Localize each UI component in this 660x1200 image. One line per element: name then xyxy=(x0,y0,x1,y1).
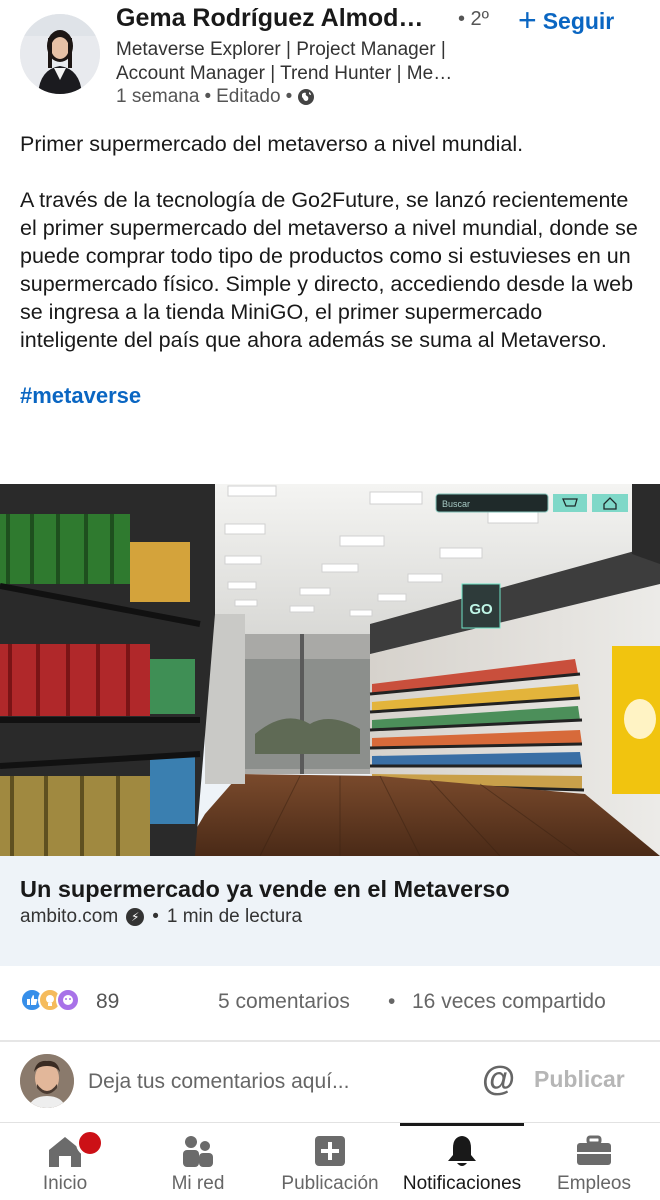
comments-count[interactable]: 5 comentarios xyxy=(218,990,350,1014)
nav-label-network: Mi red xyxy=(171,1173,225,1194)
globe-icon xyxy=(297,88,315,106)
meta-dot: • xyxy=(285,86,293,107)
divider xyxy=(0,1040,660,1042)
user-avatar[interactable] xyxy=(20,1054,74,1108)
network-icon xyxy=(180,1133,216,1169)
shares-count[interactable]: 16 veces compartido xyxy=(412,990,606,1014)
post-body: Primer supermercado del metaverso a nive… xyxy=(20,130,640,410)
nav-item-network[interactable]: Mi red xyxy=(158,1123,238,1200)
post-paragraph-2: A través de la tecnología de Go2Future, … xyxy=(20,188,638,352)
mention-icon[interactable]: @ xyxy=(482,1060,515,1099)
connection-degree: • 2º xyxy=(458,8,489,30)
author-avatar[interactable] xyxy=(20,14,100,94)
nav-label-notifications: Notificaciones xyxy=(402,1173,522,1194)
bottom-navigation: Inicio Mi red Publicación Notificaciones… xyxy=(0,1122,660,1200)
notification-badge xyxy=(76,1129,104,1157)
plus-icon: + xyxy=(518,2,537,38)
article-title[interactable]: Un supermercado ya vende en el Metaverso xyxy=(20,876,510,903)
nav-label-post: Publicación xyxy=(281,1173,379,1194)
comment-input[interactable] xyxy=(88,1064,468,1100)
article-source: ambito.com ⚡ • 1 min de lectura xyxy=(20,906,302,928)
nav-item-jobs[interactable]: Empleos xyxy=(548,1123,640,1200)
nav-label-home: Inicio xyxy=(42,1173,88,1194)
author-name[interactable]: Gema Rodríguez Almod… xyxy=(116,4,423,33)
source-domain: ambito.com xyxy=(20,906,119,927)
hashtag-link[interactable]: #metaverse xyxy=(20,382,141,410)
comment-composer: @ Publicar xyxy=(0,1044,660,1122)
nav-item-home[interactable]: Inicio xyxy=(26,1123,104,1200)
post-meta: 1 semana • Editado • xyxy=(116,86,315,108)
briefcase-icon xyxy=(575,1133,613,1169)
post-time: 1 semana xyxy=(116,86,200,107)
curious-reaction-icon xyxy=(56,988,80,1012)
image-search-text: Buscar xyxy=(442,499,470,509)
nav-item-post[interactable]: Publicación xyxy=(272,1123,388,1200)
store-sign-text: GO xyxy=(469,601,493,618)
nav-label-jobs: Empleos xyxy=(557,1173,631,1194)
social-separator: • xyxy=(388,990,396,1013)
edited-label: Editado xyxy=(216,86,281,107)
reaction-count[interactable]: 89 xyxy=(96,990,119,1014)
post-paragraph-1: Primer supermercado del metaverso a nive… xyxy=(20,132,524,156)
read-time: 1 min de lectura xyxy=(166,906,303,927)
post-header: Gema Rodríguez Almod… • 2º + Seguir Meta… xyxy=(0,0,660,120)
follow-button[interactable]: + Seguir xyxy=(518,4,614,38)
article-image[interactable]: GO Buscar xyxy=(0,484,660,856)
post-icon xyxy=(314,1133,346,1169)
nav-item-notifications[interactable]: Notificaciones xyxy=(400,1123,524,1200)
meta-dot: • xyxy=(204,86,212,107)
author-headline: Metaverse Explorer | Project Manager | A… xyxy=(116,39,453,84)
link-preview-card[interactable]: GO Buscar Un supermercado ya vende en el… xyxy=(0,484,660,966)
bell-icon xyxy=(445,1133,479,1169)
follow-label: Seguir xyxy=(542,7,615,34)
reaction-icons[interactable] xyxy=(20,988,80,1012)
flash-icon: ⚡ xyxy=(126,908,145,926)
meta-dot: • xyxy=(152,906,159,927)
publish-button[interactable]: Publicar xyxy=(534,1066,625,1093)
social-counts: 89 5 comentarios • 16 veces compartido xyxy=(0,972,660,1034)
